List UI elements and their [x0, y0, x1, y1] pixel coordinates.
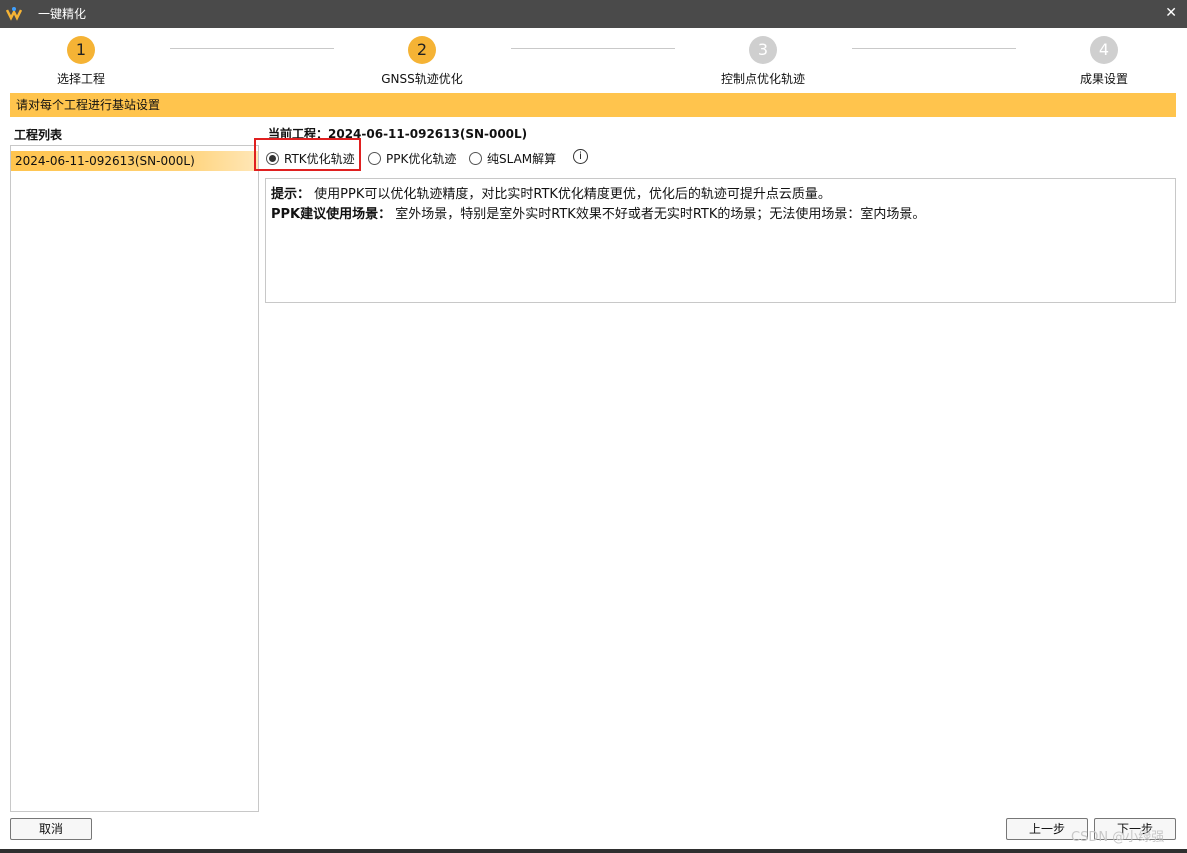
radio-rtk-optimize[interactable]: RTK优化轨迹 [266, 149, 355, 167]
bottom-strip [0, 849, 1187, 853]
tips-panel: 提示： 使用PPK可以优化轨迹精度，对比实时RTK优化精度更优，优化后的轨迹可提… [265, 178, 1176, 303]
step-number: 2 [408, 36, 436, 64]
instruction-banner: 请对每个工程进行基站设置 [10, 93, 1176, 117]
step-gnss-optimize: 2 GNSS轨迹优化 [362, 36, 482, 87]
info-icon[interactable]: i [573, 149, 588, 164]
tip-line-2: PPK建议使用场景： 室外场景，特别是室外实时RTK效果不好或者无实时RTK的场… [271, 205, 1170, 225]
mode-radio-group: RTK优化轨迹 PPK优化轨迹 纯SLAM解算 [264, 146, 604, 168]
window-title: 一键精化 [38, 7, 87, 21]
radio-dot-icon [368, 151, 381, 165]
step-connector [511, 48, 675, 49]
radio-label: PPK优化轨迹 [386, 151, 457, 166]
step-label: 成果设置 [1079, 72, 1128, 86]
step-control-point-optimize: 3 控制点优化轨迹 [703, 36, 823, 87]
cancel-button[interactable]: 取消 [10, 818, 92, 840]
project-list[interactable]: 2024-06-11-092613(SN-000L) [10, 145, 259, 812]
project-list-item[interactable]: 2024-06-11-092613(SN-000L) [11, 151, 258, 171]
step-label: 选择工程 [56, 72, 105, 86]
radio-ppk-optimize[interactable]: PPK优化轨迹 [368, 149, 456, 167]
tip-text: 使用PPK可以优化轨迹精度，对比实时RTK优化精度更优，优化后的轨迹可提升点云质… [314, 187, 831, 202]
app-logo-icon [6, 7, 22, 21]
tip-label: PPK建议使用场景： [271, 207, 392, 222]
step-connector [170, 48, 334, 49]
step-number: 4 [1090, 36, 1118, 64]
wizard-stepper: 1 选择工程 2 GNSS轨迹优化 3 控制点优化轨迹 4 成果设置 [0, 28, 1187, 92]
watermark: CSDN @小绿强 [1071, 830, 1165, 845]
step-result-settings: 4 成果设置 [1044, 36, 1164, 87]
step-select-project: 1 选择工程 [21, 36, 141, 87]
step-connector [852, 48, 1016, 49]
project-list-title: 工程列表 [14, 128, 63, 142]
radio-label: 纯SLAM解算 [487, 151, 557, 166]
step-number: 3 [749, 36, 777, 64]
tip-line-1: 提示： 使用PPK可以优化轨迹精度，对比实时RTK优化精度更优，优化后的轨迹可提… [271, 185, 1170, 205]
radio-dot-icon [469, 151, 482, 165]
step-label: 控制点优化轨迹 [720, 72, 805, 86]
radio-label: RTK优化轨迹 [284, 151, 355, 166]
close-icon[interactable]: ✕ [1165, 5, 1177, 21]
step-label: GNSS轨迹优化 [381, 72, 463, 86]
tip-label: 提示： [271, 187, 311, 202]
step-number: 1 [67, 36, 95, 64]
radio-dot-icon [266, 151, 279, 165]
title-bar: 一键精化 ✕ [0, 0, 1187, 28]
tip-text: 室外场景，特别是室外实时RTK效果不好或者无实时RTK的场景；无法使用场景：室内… [395, 207, 926, 222]
radio-pure-slam[interactable]: 纯SLAM解算 [469, 149, 556, 167]
